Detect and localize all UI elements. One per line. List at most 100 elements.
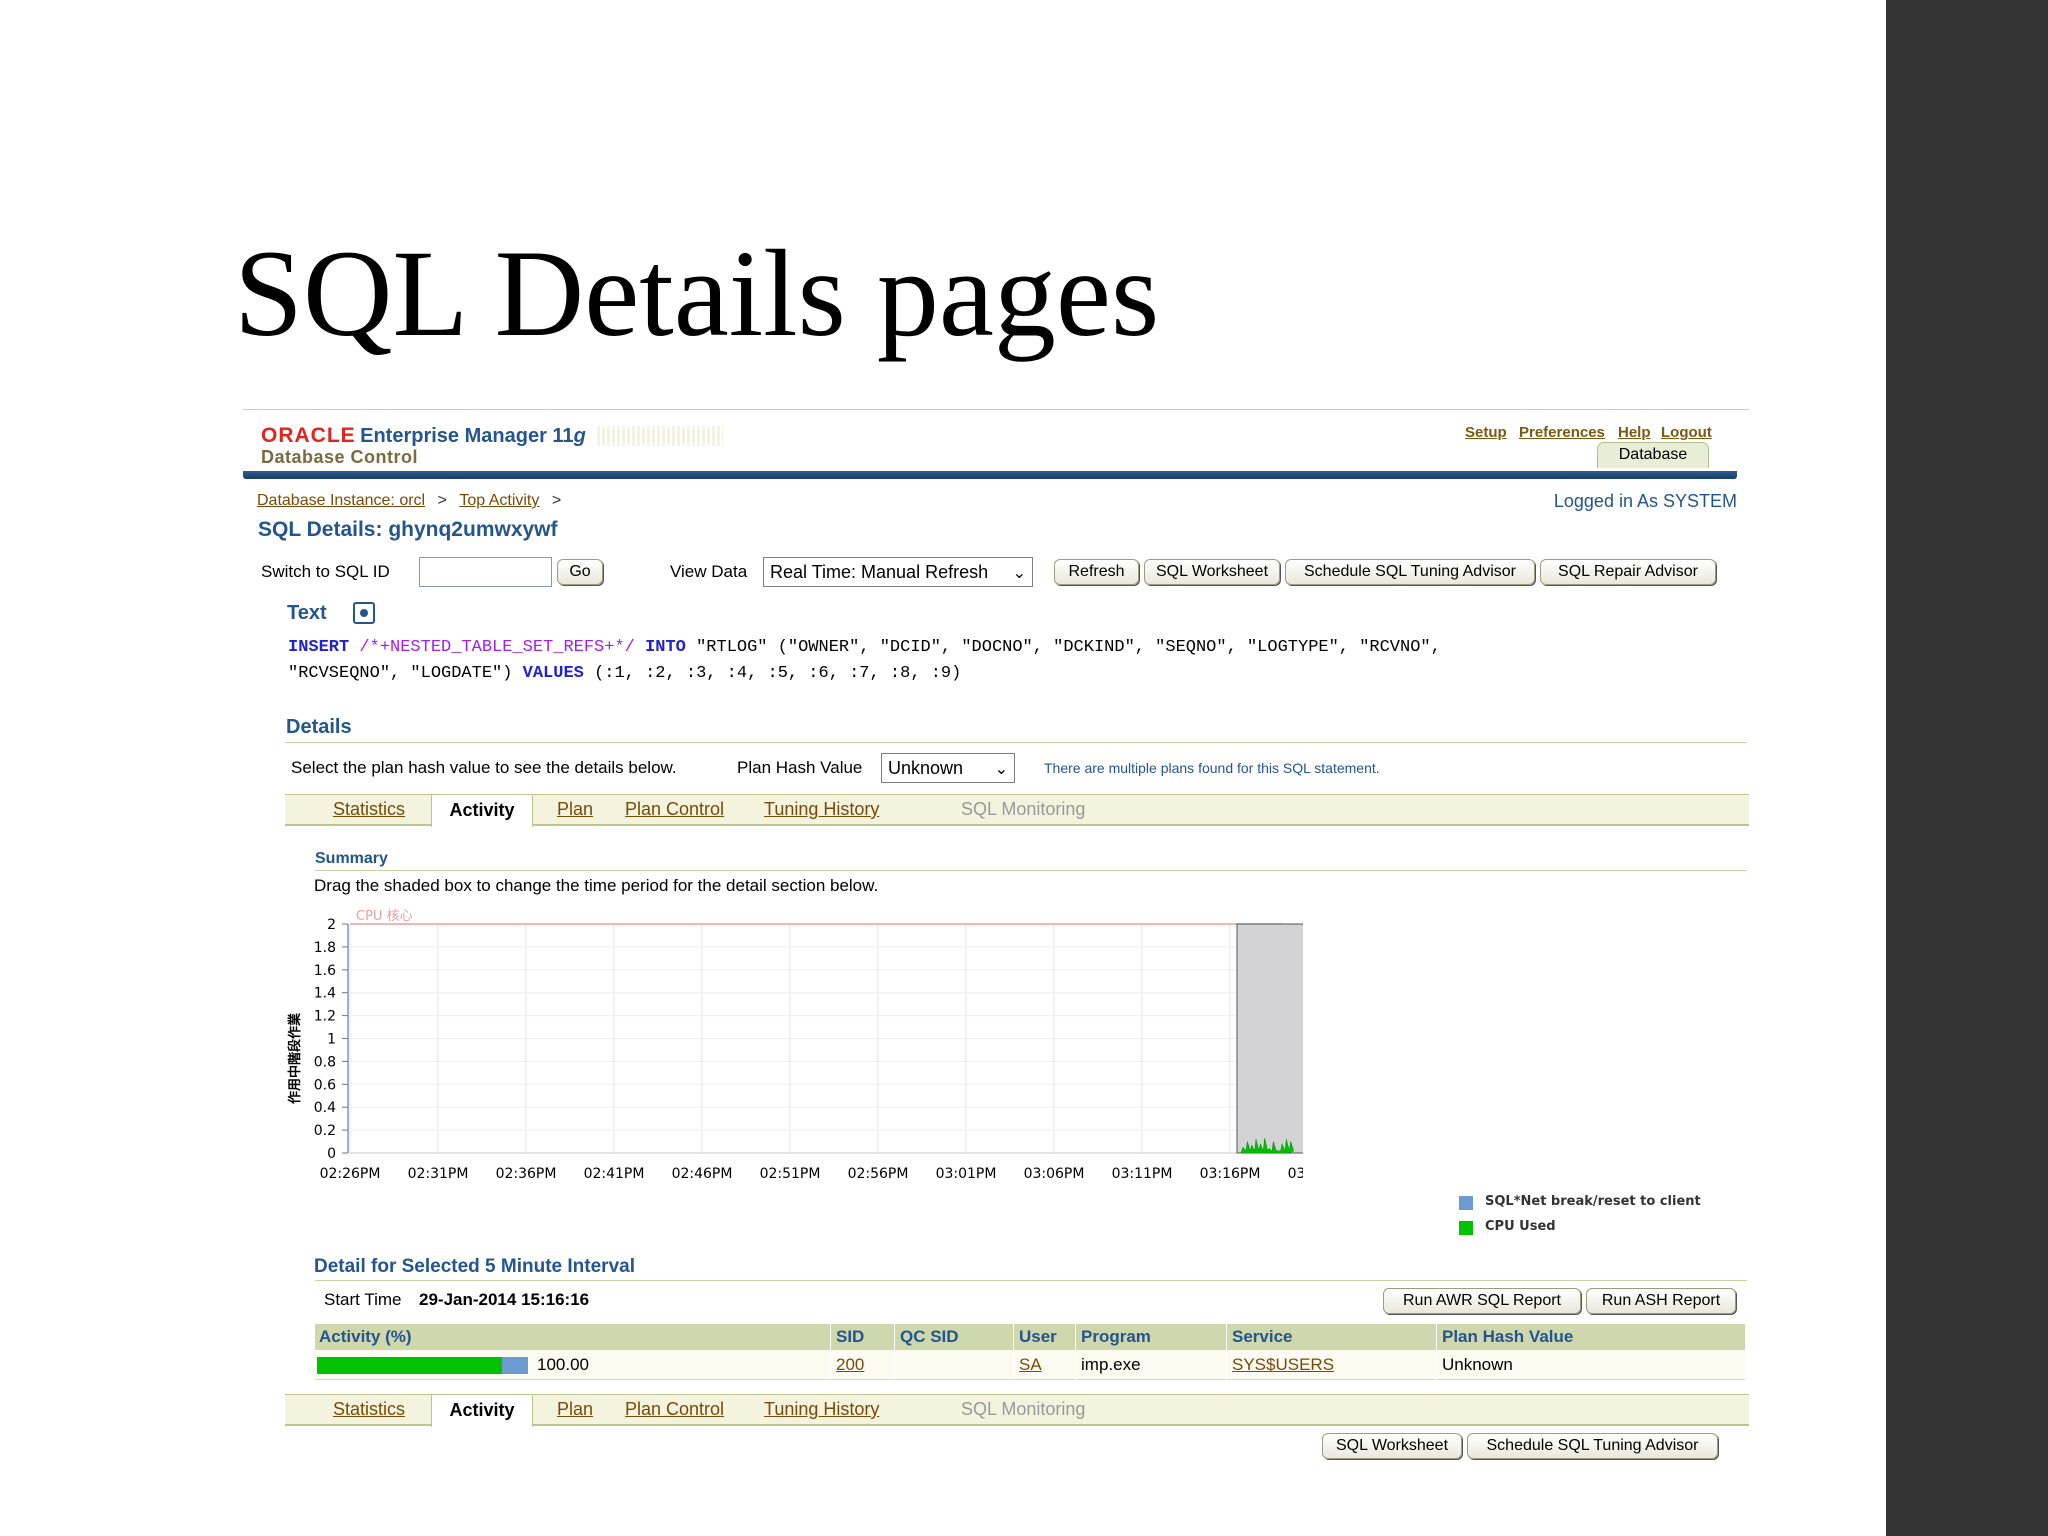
page-title: SQL Details: ghynq2umwxywf bbox=[258, 518, 558, 541]
help-link[interactable]: Help bbox=[1618, 424, 1651, 441]
view-data-label: View Data bbox=[670, 562, 748, 581]
x-tick-label: 02:41PM bbox=[584, 1166, 645, 1182]
database-tab[interactable]: Database bbox=[1597, 442, 1709, 468]
col-divider bbox=[1226, 1324, 1227, 1380]
run-awr-report-button[interactable]: Run AWR SQL Report bbox=[1383, 1288, 1581, 1314]
tab-statistics[interactable]: Statistics bbox=[333, 1399, 405, 1420]
cell-user[interactable]: SA bbox=[1015, 1350, 1042, 1380]
y-tick-label: 0.4 bbox=[314, 1100, 336, 1116]
brand-logo: ORACLE Enterprise Manager 11g bbox=[261, 424, 586, 448]
detail-tabs: Statistics Activity Plan Plan Control Tu… bbox=[285, 794, 1749, 827]
tab-plan-control[interactable]: Plan Control bbox=[625, 799, 724, 820]
printable-view-icon[interactable] bbox=[353, 602, 375, 624]
user-link[interactable]: SA bbox=[1019, 1355, 1042, 1374]
sql-worksheet-button-bottom[interactable]: SQL Worksheet bbox=[1322, 1433, 1462, 1459]
y-tick-label: 1.8 bbox=[314, 940, 336, 956]
view-data-selected: Real Time: Manual Refresh bbox=[770, 562, 989, 582]
chevron-down-icon: ⌄ bbox=[994, 761, 1008, 778]
sql-worksheet-button[interactable]: SQL Worksheet bbox=[1144, 559, 1280, 585]
switch-sql-id-label: Switch to SQL ID bbox=[261, 562, 390, 581]
col-divider bbox=[894, 1324, 895, 1380]
x-tick-label: 02:56PM bbox=[848, 1166, 909, 1182]
tab-activity[interactable]: Activity bbox=[431, 1394, 533, 1427]
col-user: User bbox=[1019, 1327, 1057, 1346]
service-link[interactable]: SYS$USERS bbox=[1232, 1355, 1334, 1374]
sql-id-input[interactable] bbox=[419, 557, 552, 587]
col-sid: SID bbox=[836, 1327, 865, 1346]
sql-repair-advisor-button[interactable]: SQL Repair Advisor bbox=[1540, 559, 1716, 585]
multiple-plans-note: There are multiple plans found for this … bbox=[1044, 760, 1380, 776]
selection-box bbox=[1236, 923, 1303, 1154]
tab-sql-monitoring: SQL Monitoring bbox=[961, 799, 1086, 819]
tab-sql-monitoring: SQL Monitoring bbox=[961, 1399, 1086, 1419]
logged-in-status: Logged in As SYSTEM bbox=[1553, 491, 1737, 511]
tab-tuning-history[interactable]: Tuning History bbox=[764, 799, 879, 820]
cell-qc-sid bbox=[896, 1350, 900, 1380]
x-tick-label: 03:11PM bbox=[1112, 1166, 1173, 1182]
y-tick-label: 0.8 bbox=[314, 1054, 336, 1070]
y-tick-label: 0 bbox=[327, 1146, 336, 1162]
refresh-button[interactable]: Refresh bbox=[1054, 559, 1139, 585]
x-tick-label: 02:36PM bbox=[496, 1166, 557, 1182]
activity-bar-sqlnet bbox=[502, 1357, 528, 1374]
tab-tuning-history[interactable]: Tuning History bbox=[764, 1399, 879, 1420]
table-row: 100.00 200 SA imp.exe SYS$USERS Unknown bbox=[315, 1350, 1745, 1380]
slide-title: SQL Details pages bbox=[234, 225, 1160, 362]
summary-title: Summary bbox=[315, 850, 388, 867]
plan-hash-label: Plan Hash Value bbox=[737, 758, 863, 777]
breadcrumb-sep: > bbox=[551, 492, 562, 509]
slide-side-panel bbox=[1886, 0, 2048, 1536]
cell-service[interactable]: SYS$USERS bbox=[1228, 1350, 1334, 1380]
x-tick-label: 03:21PM bbox=[1288, 1166, 1303, 1182]
y-tick-label: 1.4 bbox=[314, 986, 336, 1002]
schedule-tuning-advisor-button-bottom[interactable]: Schedule SQL Tuning Advisor bbox=[1467, 1433, 1718, 1459]
tab-plan-control[interactable]: Plan Control bbox=[625, 1399, 724, 1420]
header-top-line bbox=[243, 409, 1749, 410]
col-divider bbox=[1013, 1324, 1014, 1380]
y-tick-label: 2 bbox=[327, 917, 336, 933]
logout-link[interactable]: Logout bbox=[1661, 424, 1712, 441]
schedule-tuning-advisor-button[interactable]: Schedule SQL Tuning Advisor bbox=[1285, 559, 1535, 585]
run-ash-report-button[interactable]: Run ASH Report bbox=[1586, 1288, 1736, 1314]
preferences-link[interactable]: Preferences bbox=[1519, 424, 1605, 441]
product-subtitle: Database Control bbox=[261, 447, 419, 467]
text-section-title: Text bbox=[287, 602, 327, 624]
x-tick-label: 02:51PM bbox=[760, 1166, 821, 1182]
tab-plan[interactable]: Plan bbox=[557, 1399, 593, 1420]
y-tick-label: 0.6 bbox=[314, 1077, 336, 1093]
y-tick-label: 1.6 bbox=[314, 963, 336, 979]
x-tick-label: 03:16PM bbox=[1200, 1166, 1261, 1182]
breadcrumb-sep: > bbox=[437, 492, 447, 509]
legend-swatch-cpu bbox=[1459, 1221, 1473, 1235]
col-qc-sid: QC SID bbox=[900, 1327, 959, 1346]
tab-statistics[interactable]: Statistics bbox=[333, 799, 405, 820]
cell-sid[interactable]: 200 bbox=[832, 1350, 864, 1380]
header-bar bbox=[243, 471, 1737, 479]
plan-hash-select[interactable]: Unknown ⌄ bbox=[881, 753, 1015, 783]
logo-stripes bbox=[597, 426, 723, 446]
oracle-logo-text: ORACLE bbox=[261, 424, 356, 447]
tab-activity[interactable]: Activity bbox=[431, 794, 533, 827]
col-activity: Activity (%) bbox=[319, 1327, 412, 1346]
details-divider bbox=[285, 742, 1747, 743]
tab-plan[interactable]: Plan bbox=[557, 799, 593, 820]
details-section-title: Details bbox=[286, 716, 352, 738]
cell-activity-pct: 100.00 bbox=[537, 1355, 589, 1374]
go-button[interactable]: Go bbox=[557, 559, 603, 585]
plan-instruction: Select the plan hash value to see the de… bbox=[291, 758, 677, 777]
breadcrumb-instance[interactable]: Database Instance: orcl bbox=[257, 492, 425, 509]
cpu-cores-label: CPU 核心 bbox=[356, 909, 413, 924]
y-tick-label: 1 bbox=[327, 1032, 336, 1048]
start-time-label: Start Time bbox=[324, 1290, 402, 1309]
setup-link[interactable]: Setup bbox=[1465, 424, 1507, 441]
breadcrumb-top-activity[interactable]: Top Activity bbox=[459, 492, 539, 509]
y-tick-label: 1.2 bbox=[314, 1009, 336, 1025]
col-plan-hash: Plan Hash Value bbox=[1442, 1327, 1574, 1346]
x-tick-label: 03:06PM bbox=[1024, 1166, 1085, 1182]
view-data-select[interactable]: Real Time: Manual Refresh ⌄ bbox=[763, 557, 1033, 587]
start-time-value: 29-Jan-2014 15:16:16 bbox=[419, 1290, 590, 1309]
cell-plan-hash: Unknown bbox=[1442, 1355, 1513, 1374]
product-name: Enterprise Manager 11g bbox=[360, 425, 586, 447]
sid-link[interactable]: 200 bbox=[836, 1355, 864, 1374]
cell-program: imp.exe bbox=[1081, 1355, 1141, 1374]
